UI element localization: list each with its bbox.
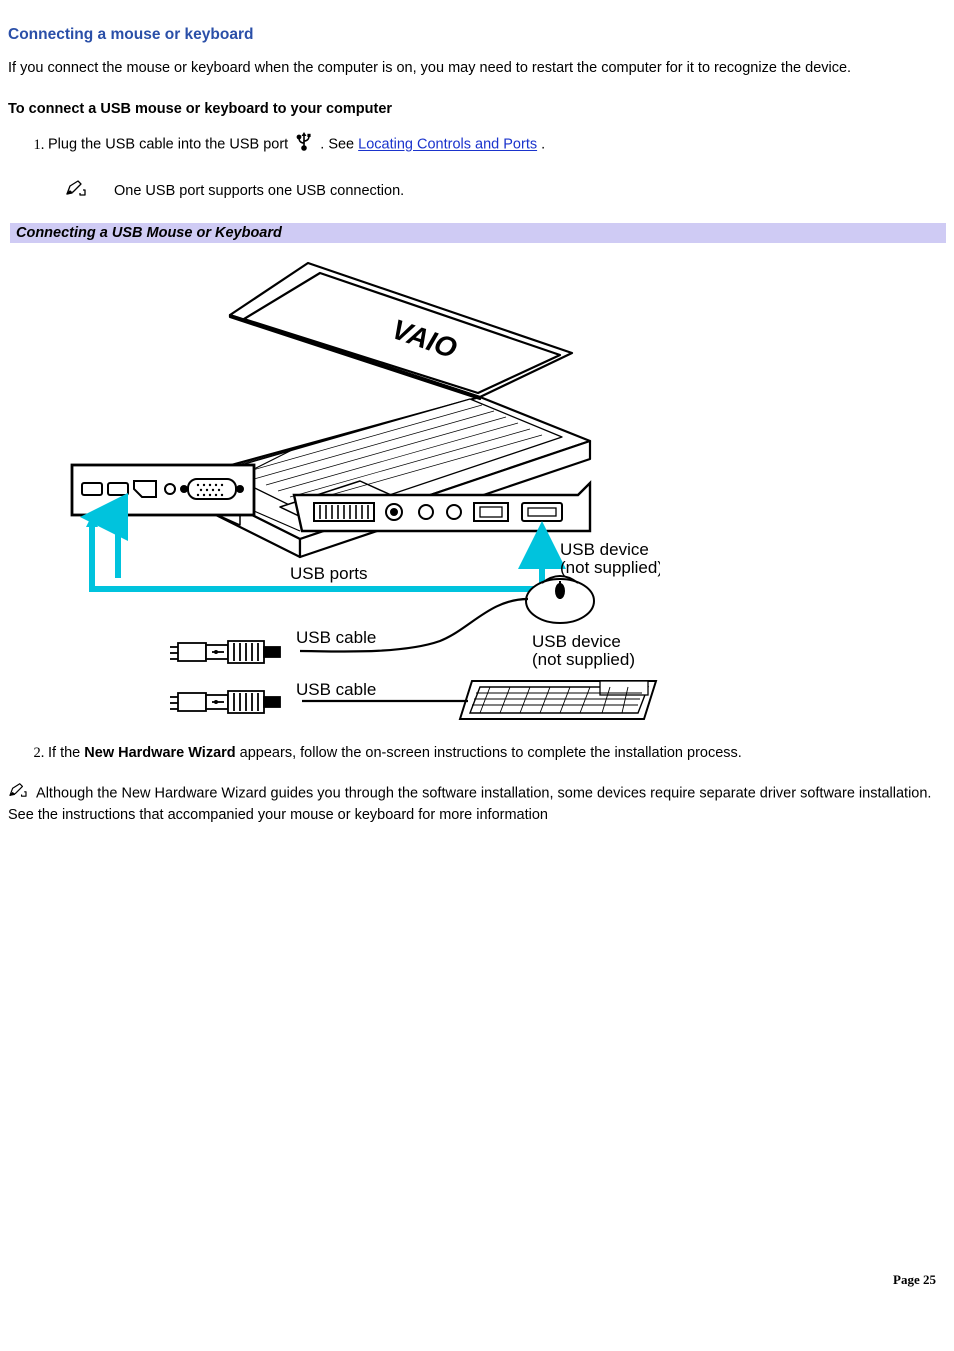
procedure-subheading: To connect a USB mouse or keyboard to yo… bbox=[8, 101, 946, 117]
usb-connection-diagram: VAIO bbox=[70, 249, 660, 725]
page-number: Page 25 bbox=[893, 1272, 936, 1288]
label-not-supplied-kb: (not supplied) bbox=[532, 650, 635, 669]
pencil-note-icon bbox=[8, 786, 32, 802]
locating-ports-link[interactable]: Locating Controls and Ports bbox=[358, 137, 537, 153]
step1-note-text: One USB port supports one USB connection… bbox=[114, 181, 404, 203]
label-usb-ports: USB ports bbox=[290, 564, 367, 583]
label-usb-cable-2: USB cable bbox=[296, 680, 376, 699]
usb-symbol-icon bbox=[295, 131, 313, 159]
step2-bold: New Hardware Wizard bbox=[84, 745, 235, 761]
step1-text-1: Plug the USB cable into the USB port bbox=[48, 137, 292, 153]
usb-plug-1 bbox=[170, 641, 280, 663]
step2-text-1: If the bbox=[48, 745, 84, 761]
footnote-paragraph: Although the New Hardware Wizard guides … bbox=[8, 782, 946, 826]
step2-text-2: appears, follow the on-screen instructio… bbox=[240, 745, 742, 761]
label-usb-cable-1: USB cable bbox=[296, 628, 376, 647]
label-usb-device-kb: USB device bbox=[532, 632, 621, 651]
footnote-text: Although the New Hardware Wizard guides … bbox=[8, 786, 931, 824]
step1-note-row: One USB port supports one USB connection… bbox=[66, 179, 946, 205]
keyboard-illustration bbox=[460, 681, 656, 719]
step-1: Plug the USB cable into the USB port . S… bbox=[48, 131, 946, 205]
intro-paragraph: If you connect the mouse or keyboard whe… bbox=[8, 58, 946, 79]
rear-ports-inset bbox=[72, 465, 254, 515]
usb-plug-2 bbox=[170, 691, 280, 713]
step-2: If the New Hardware Wizard appears, foll… bbox=[48, 743, 946, 765]
step1-text-3: . bbox=[541, 137, 545, 153]
step1-text-2: . See bbox=[320, 137, 358, 153]
pencil-note-icon bbox=[66, 179, 86, 205]
label-usb-device-mouse: USB device bbox=[560, 540, 649, 559]
mouse-illustration bbox=[526, 576, 594, 623]
section-heading: Connecting a mouse or keyboard bbox=[8, 26, 946, 44]
label-not-supplied-mouse: (not supplied) bbox=[560, 558, 660, 577]
figure-caption-banner: Connecting a USB Mouse or Keyboard bbox=[10, 223, 946, 243]
